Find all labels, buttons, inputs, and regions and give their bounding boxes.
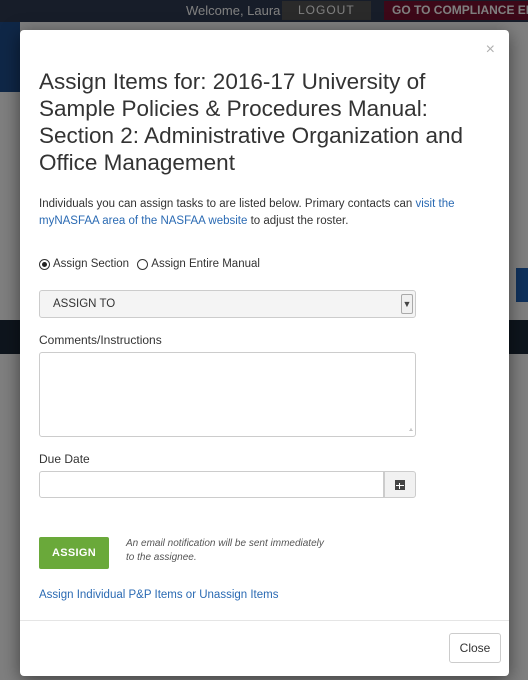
close-button[interactable]: Close: [449, 633, 501, 663]
radio-assign-manual-label: Assign Entire Manual: [151, 258, 260, 270]
close-icon[interactable]: ×: [486, 42, 495, 58]
assign-scope-radios: Assign Section Assign Entire Manual: [39, 258, 265, 273]
radio-assign-section-label: Assign Section: [53, 258, 130, 270]
assign-to-select[interactable]: ASSIGN TO ▼: [39, 290, 416, 318]
assign-individual-link[interactable]: Assign Individual P&P Items or Unassign …: [39, 589, 278, 601]
radio-assign-section[interactable]: Assign Section: [39, 258, 129, 270]
resize-grip-icon[interactable]: ⩡: [409, 427, 413, 435]
intro-text-suffix: to adjust the roster.: [247, 215, 349, 227]
assign-items-modal: × Assign Items for: 2016-17 University o…: [20, 30, 509, 676]
comments-label: Comments/Instructions: [39, 333, 162, 347]
assign-button[interactable]: ASSIGN: [39, 537, 109, 569]
radio-button-checked[interactable]: [39, 258, 50, 270]
footer-divider: [20, 620, 509, 621]
due-date-label: Due Date: [39, 452, 90, 466]
intro-text: Individuals you can assign tasks to are …: [39, 196, 494, 230]
calendar-icon: [395, 479, 405, 490]
assign-note: An email notification will be sent immed…: [126, 538, 324, 563]
radio-button-unchecked[interactable]: [137, 258, 149, 270]
calendar-button[interactable]: [384, 471, 416, 498]
radio-assign-entire-manual[interactable]: Assign Entire Manual: [137, 258, 260, 270]
intro-text-prefix: Individuals you can assign tasks to are …: [39, 198, 416, 210]
chevron-down-icon[interactable]: ▼: [401, 294, 413, 314]
comments-textarea[interactable]: ⩡: [39, 352, 416, 437]
due-date-input[interactable]: [39, 471, 384, 498]
modal-title: Assign Items for: 2016-17 University of …: [39, 69, 463, 175]
assign-to-select-value: ASSIGN TO: [53, 298, 116, 310]
